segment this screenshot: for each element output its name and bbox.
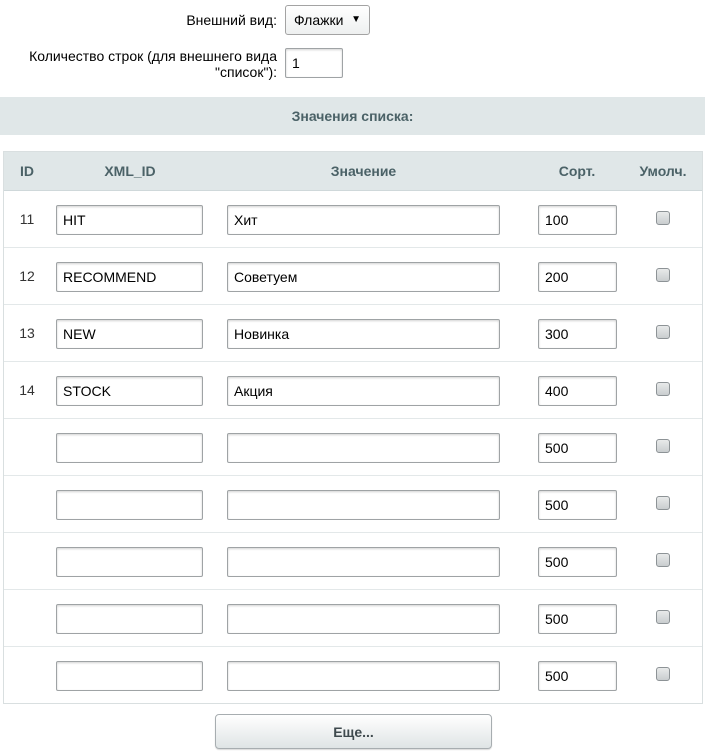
default-checkbox[interactable] bbox=[656, 496, 670, 510]
xml-id-input[interactable] bbox=[56, 490, 203, 520]
view-type-row: Внешний вид: Флажки ▼ bbox=[0, 0, 705, 40]
sort-input[interactable] bbox=[538, 262, 617, 292]
table-row bbox=[4, 476, 702, 533]
xml-id-input[interactable] bbox=[56, 547, 203, 577]
header-xml-id: XML_ID bbox=[104, 163, 156, 179]
value-input[interactable] bbox=[227, 319, 500, 349]
default-checkbox[interactable] bbox=[656, 382, 670, 396]
value-input[interactable] bbox=[227, 205, 500, 235]
row-id bbox=[4, 647, 50, 703]
value-input[interactable] bbox=[227, 262, 500, 292]
xml-id-input[interactable] bbox=[56, 376, 203, 406]
default-checkbox[interactable] bbox=[656, 610, 670, 624]
rows-count-label: Количество строк (для внешнего вида "спи… bbox=[29, 48, 277, 80]
default-checkbox[interactable] bbox=[656, 439, 670, 453]
rows-count-row: Количество строк (для внешнего вида "спи… bbox=[0, 40, 705, 90]
header-id: ID bbox=[20, 163, 34, 179]
rows-count-input[interactable] bbox=[285, 48, 343, 78]
value-input[interactable] bbox=[227, 547, 500, 577]
header-default: Умолч. bbox=[639, 163, 687, 179]
dropdown-arrow-icon: ▼ bbox=[351, 14, 361, 25]
default-checkbox[interactable] bbox=[656, 667, 670, 681]
list-values-form: Внешний вид: Флажки ▼ Количество строк (… bbox=[0, 0, 705, 756]
sort-input[interactable] bbox=[538, 319, 617, 349]
sort-input[interactable] bbox=[538, 547, 617, 577]
row-id: 11 bbox=[19, 211, 35, 227]
xml-id-input[interactable] bbox=[56, 661, 203, 691]
value-input[interactable] bbox=[227, 490, 500, 520]
table-row: 14 bbox=[4, 362, 702, 419]
rows-count-label-line2: "список"): bbox=[215, 64, 277, 80]
header-sort: Сорт. bbox=[558, 163, 596, 179]
row-id: 14 bbox=[19, 382, 35, 398]
value-input[interactable] bbox=[227, 433, 500, 463]
table-row: 11 bbox=[4, 191, 702, 248]
default-checkbox[interactable] bbox=[656, 211, 670, 225]
sort-input[interactable] bbox=[538, 433, 617, 463]
value-input[interactable] bbox=[227, 604, 500, 634]
view-type-select[interactable]: Флажки ▼ bbox=[285, 5, 370, 35]
default-checkbox[interactable] bbox=[656, 325, 670, 339]
xml-id-input[interactable] bbox=[56, 262, 203, 292]
header-value: Значение bbox=[330, 163, 397, 179]
sort-input[interactable] bbox=[538, 376, 617, 406]
table-row bbox=[4, 419, 702, 476]
table-row: 13 bbox=[4, 305, 702, 362]
view-type-label: Внешний вид: bbox=[186, 12, 277, 28]
sort-input[interactable] bbox=[538, 661, 617, 691]
row-id: 12 bbox=[19, 268, 35, 284]
row-id bbox=[4, 476, 50, 532]
section-title: Значения списка: bbox=[0, 97, 705, 135]
sort-input[interactable] bbox=[538, 604, 617, 634]
xml-id-input[interactable] bbox=[56, 433, 203, 463]
default-checkbox[interactable] bbox=[656, 553, 670, 567]
row-id: 13 bbox=[19, 325, 35, 341]
more-button[interactable]: Еще... bbox=[215, 714, 492, 749]
rows-count-label-line1: Количество строк (для внешнего вида bbox=[29, 48, 277, 64]
xml-id-input[interactable] bbox=[56, 205, 203, 235]
xml-id-input[interactable] bbox=[56, 319, 203, 349]
table-row bbox=[4, 590, 702, 647]
xml-id-input[interactable] bbox=[56, 604, 203, 634]
sort-input[interactable] bbox=[538, 205, 617, 235]
table-header: ID XML_ID Значение Сорт. Умолч. bbox=[4, 152, 702, 191]
value-input[interactable] bbox=[227, 661, 500, 691]
table-row bbox=[4, 533, 702, 590]
default-checkbox[interactable] bbox=[656, 268, 670, 282]
value-input[interactable] bbox=[227, 376, 500, 406]
table-row bbox=[4, 647, 702, 704]
table-row: 12 bbox=[4, 248, 702, 305]
row-id bbox=[4, 590, 50, 646]
view-type-selected-value: Флажки bbox=[294, 12, 344, 28]
row-id bbox=[4, 419, 50, 475]
sort-input[interactable] bbox=[538, 490, 617, 520]
values-table: ID XML_ID Значение Сорт. Умолч. 11 12 13 bbox=[3, 151, 703, 704]
row-id bbox=[4, 533, 50, 589]
